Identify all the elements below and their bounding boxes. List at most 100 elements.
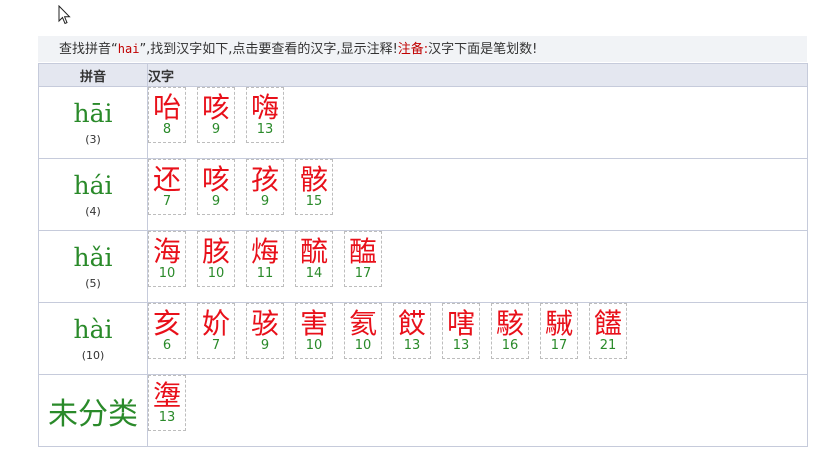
hanzi-link[interactable]: 氦 10 [344, 303, 382, 359]
hanzi-link[interactable]: 咳9 [197, 159, 235, 215]
stroke-count: 9 [260, 338, 270, 353]
hanzi-link[interactable]: 咳9 [197, 87, 235, 143]
stroke-count: 15 [305, 194, 323, 209]
pinyin-column-header: 拼音 [38, 63, 148, 87]
table-row: hài (10) 亥 6 妎 7 骇 9 害 10 氦 10 餀 13 嗐 13 駭 16 駴 17 饚 21 [38, 302, 808, 375]
hanzi-character: 駴 [544, 307, 573, 340]
table-row: hái (4) 还 7 咳 9 孩 9 骸 15 [38, 158, 808, 231]
stroke-count: 9 [260, 194, 270, 209]
stroke-count: 16 [501, 338, 519, 353]
hanzi-character: 酼 [299, 235, 328, 268]
table-row: hǎi (5) 海 10 胲 10 烸 11 酼 14 醢 17 [38, 230, 808, 303]
hanzi-character: 饚 [593, 307, 622, 340]
hanzi-character: 駭 [495, 307, 524, 340]
pinyin-cell: hǎi (5) [38, 230, 148, 303]
table-row: 未分类塰 13 [38, 374, 808, 447]
stroke-count: 10 [207, 266, 225, 281]
hanzi-link[interactable]: 海 10 [148, 231, 186, 287]
char-count: (10) [81, 348, 105, 362]
hanzi-character: 餀 [397, 307, 426, 340]
hanzi-link[interactable]: 妎7 [197, 303, 235, 359]
hanzi-link[interactable]: 孩9 [246, 159, 284, 215]
hanzi-character: 害 [299, 307, 328, 340]
pinyin-cell: hài (10) [38, 302, 148, 375]
search-result-notice: 查找拼音“hai”,找到汉字如下,点击要查看的汉字,显示注释!注备:汉字下面是笔… [38, 36, 807, 62]
hanzi-link[interactable]: 亥6 [148, 303, 186, 359]
note-text: 汉字下面是笔划数! [428, 42, 538, 57]
hanzi-link[interactable]: 醢 17 [344, 231, 382, 287]
table-body: hāi (3) 咍 8 咳 9 嗨 13 hái (4) 还 7 咳 9 孩 9 骸 15 hǎi (5) 海 10 胲 10… [38, 86, 808, 447]
hanzi-link[interactable]: 嗨 13 [246, 87, 284, 143]
hanzi-link[interactable]: 胲 10 [197, 231, 235, 287]
hanzi-cell: 还 7 咳 9 孩 9 骸 15 [147, 158, 808, 231]
hanzi-cell: 海 10 胲 10 烸 11 酼 14 醢 17 [147, 230, 808, 303]
stroke-count: 11 [256, 266, 274, 281]
hanzi-character: 亥 [152, 307, 181, 340]
hanzi-link[interactable]: 饚 21 [589, 303, 627, 359]
search-keyword: hai [117, 42, 140, 56]
stroke-count: 8 [162, 122, 172, 137]
hanzi-character: 胲 [201, 235, 230, 268]
stroke-count: 6 [162, 338, 172, 353]
pinyin-label: hài [73, 314, 113, 344]
hanzi-column-header: 汉字 [147, 63, 808, 87]
stroke-count: 17 [550, 338, 568, 353]
hanzi-link[interactable]: 咍8 [148, 87, 186, 143]
hanzi-link[interactable]: 还7 [148, 159, 186, 215]
hanzi-link[interactable]: 餀 13 [393, 303, 431, 359]
stroke-count: 7 [211, 338, 221, 353]
stroke-count: 14 [305, 266, 323, 281]
notice-middle: ”,找到汉字如下,点击要查看的汉字,显示注释! [139, 42, 398, 57]
stroke-count: 7 [162, 194, 172, 209]
hanzi-character: 还 [152, 163, 181, 196]
stroke-count: 21 [599, 338, 617, 353]
table-row: hāi (3) 咍 8 咳 9 嗨 13 [38, 86, 808, 159]
hanzi-character: 海 [152, 235, 181, 268]
stroke-count: 10 [305, 338, 323, 353]
pinyin-cell: 未分类 [38, 374, 148, 447]
hanzi-link[interactable]: 骇9 [246, 303, 284, 359]
pinyin-label: hāi [73, 98, 113, 128]
hanzi-character: 妎 [201, 307, 230, 340]
hanzi-character: 咳 [201, 91, 230, 124]
hanzi-link[interactable]: 駴 17 [540, 303, 578, 359]
hanzi-cell: 咍 8 咳 9 嗨 13 [147, 86, 808, 159]
hanzi-cell: 塰 13 [147, 374, 808, 447]
stroke-count: 13 [256, 122, 274, 137]
stroke-count: 13 [403, 338, 421, 353]
hanzi-link[interactable]: 塰 13 [148, 375, 186, 431]
hanzi-character: 嗐 [446, 307, 475, 340]
stroke-count: 9 [211, 194, 221, 209]
hanzi-character: 氦 [348, 307, 377, 340]
uncategorized-label: 未分类 [48, 396, 138, 432]
hanzi-cell: 亥 6 妎 7 骇 9 害 10 氦 10 餀 13 嗐 13 駭 16 駴 17 饚 21 [147, 302, 808, 375]
stroke-count: 13 [158, 410, 176, 425]
stroke-count: 13 [452, 338, 470, 353]
hanzi-character: 塰 [152, 379, 181, 412]
char-count: (4) [85, 204, 101, 218]
char-count: (5) [85, 276, 101, 290]
mouse-cursor-icon [58, 5, 71, 25]
stroke-count: 10 [354, 338, 372, 353]
hanzi-character: 骸 [299, 163, 328, 196]
hanzi-character: 咳 [201, 163, 230, 196]
hanzi-character: 孩 [250, 163, 279, 196]
pinyin-cell: hāi (3) [38, 86, 148, 159]
table-header-row: 拼音 汉字 [38, 63, 808, 87]
stroke-count: 17 [354, 266, 372, 281]
hanzi-link[interactable]: 酼 14 [295, 231, 333, 287]
pinyin-label: hái [73, 170, 113, 200]
hanzi-character: 烸 [250, 235, 279, 268]
hanzi-link[interactable]: 駭 16 [491, 303, 529, 359]
stroke-count: 10 [158, 266, 176, 281]
char-count: (3) [85, 132, 101, 146]
hanzi-link[interactable]: 害 10 [295, 303, 333, 359]
notice-prefix: 查找拼音“ [59, 42, 118, 57]
hanzi-link[interactable]: 骸 15 [295, 159, 333, 215]
hanzi-character: 咍 [152, 91, 181, 124]
hanzi-character: 醢 [348, 235, 377, 268]
hanzi-link[interactable]: 嗐 13 [442, 303, 480, 359]
hanzi-link[interactable]: 烸 11 [246, 231, 284, 287]
pinyin-cell: hái (4) [38, 158, 148, 231]
pinyin-label: hǎi [73, 242, 113, 272]
